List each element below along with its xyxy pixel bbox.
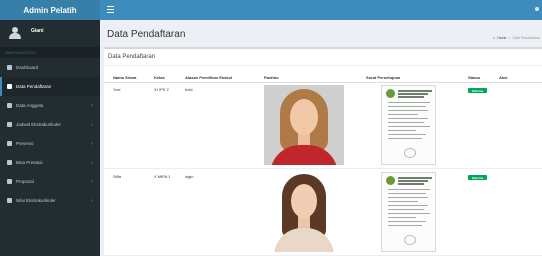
calendar-icon [7, 122, 12, 127]
sidebar-item-label: Presensi [16, 141, 34, 146]
sidebar-toggle-icon[interactable] [107, 6, 114, 13]
sidebar-item-data-pendaftaran[interactable]: Data Pendaftaran [0, 77, 100, 96]
book-icon [7, 84, 12, 89]
home-icon[interactable]: ⌂ [493, 35, 495, 40]
cell-alasan: hobi [185, 87, 193, 92]
edit-icon [7, 160, 12, 165]
chevron-left-icon: ‹ [91, 160, 93, 166]
cell-alasan: ingin [185, 174, 194, 179]
chevron-left-icon: ‹ [91, 141, 93, 147]
sidebar-item-label: Bina Prestasi [16, 160, 43, 165]
cell-nama: Siffa [113, 174, 121, 179]
top-navbar [100, 0, 542, 20]
dashboard-icon [7, 65, 12, 70]
pasfoto-image[interactable] [264, 85, 344, 165]
sidebar-item-nilai-ekstrakurikuler[interactable]: Nilai Ekstrakurikuler ‹ [0, 191, 100, 210]
box-title: Data Pendaftaran [104, 49, 542, 66]
page-title: Data Pendaftaran [107, 29, 186, 40]
sidebar-item-bina-prestasi[interactable]: Bina Prestasi ‹ [0, 153, 100, 172]
column-header: Status [468, 75, 481, 80]
chevron-left-icon: ‹ [91, 122, 93, 128]
sidebar-item-label: Dashboard [16, 65, 39, 70]
surat-persetujuan-image[interactable] [381, 85, 436, 165]
pasfoto-image[interactable] [264, 172, 344, 252]
avatar [9, 27, 21, 40]
chevron-left-icon: ‹ [91, 198, 93, 204]
content-box: Data Pendaftaran Nama Siswa Kelas Alasan… [104, 47, 542, 256]
brand-title: Admin Pelatih [23, 5, 77, 15]
sidebar-item-data-anggota[interactable]: Data Anggota ‹ [0, 96, 100, 115]
edit-icon [7, 198, 12, 203]
table-row: Yosi XI IPS 2 hobi Diterima [104, 83, 542, 169]
column-header: Alasan Pemilihan Ekskul [185, 75, 233, 80]
chevron-left-icon: ‹ [91, 179, 93, 185]
sidebar-item-dashboard[interactable]: Dashboard [0, 58, 100, 77]
breadcrumb-home[interactable]: Home [497, 36, 506, 40]
sidebar-item-label: Proposal [16, 179, 34, 184]
sidebar-item-label: Jadwal Ekstrakurikuler [16, 122, 62, 127]
sidebar-item-proposal[interactable]: Proposal ‹ [0, 172, 100, 191]
user-menu-icon[interactable] [535, 7, 539, 11]
brand-logo[interactable]: Admin Pelatih [0, 0, 100, 20]
chevron-left-icon: ‹ [91, 103, 93, 109]
column-header: Aksi [499, 75, 508, 80]
cell-kelas: X MIPA 1 [154, 174, 171, 179]
sidebar: Giani MAIN NAVIGATION Dashboard Data Pen… [0, 20, 100, 256]
list-icon [7, 141, 12, 146]
sidebar-item-label: Data Pendaftaran [16, 84, 52, 89]
status-badge: Diterima [468, 175, 487, 180]
column-header: Pasfoto [264, 75, 279, 80]
breadcrumb: ⌂ Home > Data Pendaftaran [493, 35, 540, 40]
breadcrumb-separator: > [508, 35, 511, 40]
user-name: Giani [31, 27, 44, 34]
cell-nama: Yosi [113, 87, 121, 92]
nav-header: MAIN NAVIGATION [0, 47, 100, 58]
user-panel: Giani [0, 20, 100, 47]
column-header: Kelas [154, 75, 165, 80]
breadcrumb-current: Data Pendaftaran [512, 35, 540, 40]
table-row: Siffa X MIPA 1 ingin Diterima [104, 170, 542, 256]
column-header: Nama Siswa [113, 75, 137, 80]
cell-kelas: XI IPS 2 [154, 87, 169, 92]
surat-persetujuan-image[interactable] [381, 172, 436, 252]
status-badge: Diterima [468, 88, 487, 93]
sidebar-item-presensi[interactable]: Presensi ‹ [0, 134, 100, 153]
column-header: Surat Persetujuan [366, 75, 401, 80]
table-icon [7, 103, 12, 108]
sidebar-item-jadwal-ekstrakurikuler[interactable]: Jadwal Ekstrakurikuler ‹ [0, 115, 100, 134]
sidebar-item-label: Data Anggota [16, 103, 44, 108]
sidebar-item-label: Nilai Ekstrakurikuler [16, 198, 56, 203]
edit-icon [7, 179, 12, 184]
table-header: Nama Siswa Kelas Alasan Pemilihan Ekskul… [104, 71, 542, 83]
content-header: Data Pendaftaran ⌂ Home > Data Pendaftar… [100, 20, 542, 46]
